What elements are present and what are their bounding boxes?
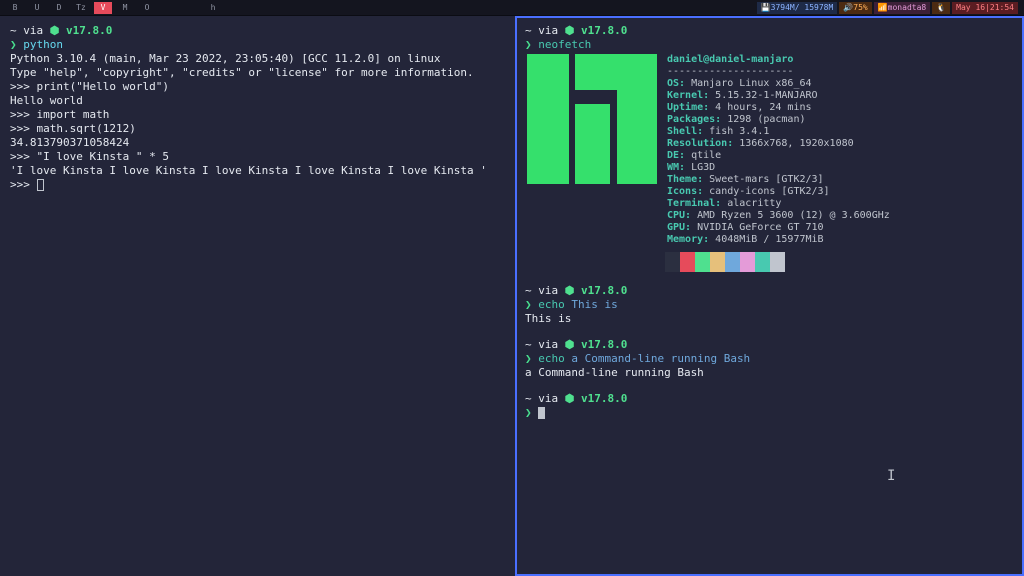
color-swatch — [770, 252, 785, 272]
net-widget[interactable]: 📶 monadta8 — [874, 2, 931, 14]
nf-row: Shell: fish 3.4.1 — [667, 126, 890, 138]
nf-row: GPU: NVIDIA GeForce GT 710 — [667, 222, 890, 234]
neofetch-info: daniel@daniel-manjaro ------------------… — [667, 54, 890, 246]
color-swatch — [740, 252, 755, 272]
nf-row: DE: qtile — [667, 150, 890, 162]
terminal-right[interactable]: ~ via ⬢ v17.8.0 ❯ neofetch daniel@daniel… — [515, 16, 1024, 576]
terminal-left[interactable]: ~ via ⬢ v17.8.0 ❯ python Python 3.10.4 (… — [0, 16, 515, 576]
workspace-10[interactable]: h — [204, 2, 222, 14]
output-line: a Command-line running Bash — [525, 366, 1014, 380]
nf-row: Icons: candy-icons [GTK2/3] — [667, 186, 890, 198]
nf-row: Uptime: 4 hours, 24 mins — [667, 102, 890, 114]
color-swatch — [695, 252, 710, 272]
prompt-arrow-icon: ❯ — [525, 406, 538, 419]
workspace-2[interactable]: U — [28, 2, 46, 14]
workspace-area: ~ via ⬢ v17.8.0 ❯ python Python 3.10.4 (… — [0, 16, 1024, 576]
color-swatch — [665, 252, 680, 272]
prompt-arrow-icon: ❯ — [525, 38, 538, 51]
workspace-7[interactable]: O — [138, 2, 156, 14]
workspace-5-active[interactable]: V — [94, 2, 112, 14]
nf-rule: --------------------- — [667, 66, 890, 78]
repl-line: 34.813790371058424 — [10, 136, 505, 150]
python-banner-2: Type "help", "copyright", "credits" or "… — [10, 66, 505, 80]
volume-text: 75% — [853, 3, 867, 12]
prompt-path: ~ via — [10, 24, 50, 37]
nf-row: Resolution: 1366x768, 1920x1080 — [667, 138, 890, 150]
prompt-arrow-icon: ❯ — [525, 298, 538, 311]
prompt-arrow-icon: ❯ — [525, 352, 538, 365]
workspace-3[interactable]: D — [50, 2, 68, 14]
nf-row: WM: LG3D — [667, 162, 890, 174]
date-widget[interactable]: May 16 | 21:54 — [952, 2, 1018, 14]
statusbar: 💾 3794M/ 15978M 🔊 75% 📶 monadta8 🐧 May 1… — [757, 2, 1018, 14]
nf-row: CPU: AMD Ryzen 5 3600 (12) @ 3.600GHz — [667, 210, 890, 222]
repl-prompt[interactable]: >>> — [10, 178, 505, 192]
nf-title: daniel@daniel-manjaro — [667, 54, 793, 65]
nf-row: Terminal: alacritty — [667, 198, 890, 210]
workspace-4[interactable]: Tz — [72, 2, 90, 14]
repl-line: >>> import math — [10, 108, 505, 122]
repl-line: 'I love Kinsta I love Kinsta I love Kins… — [10, 164, 505, 178]
tux-icon: 🐧 — [932, 2, 950, 14]
nf-row: Memory: 4048MiB / 15977MiB — [667, 234, 890, 246]
command-neofetch: neofetch — [538, 38, 591, 51]
repl-line: >>> math.sqrt(1212) — [10, 122, 505, 136]
repl-line: >>> "I love Kinsta " * 5 — [10, 150, 505, 164]
neofetch-block: daniel@daniel-manjaro ------------------… — [525, 54, 1014, 246]
repl-line: >>> print("Hello world") — [10, 80, 505, 94]
time-text: 21:54 — [990, 3, 1014, 12]
command-echo: echo — [538, 352, 571, 365]
top-bar: B U D Tz V M O h 💾 3794M/ 15978M 🔊 75% 📶… — [0, 0, 1024, 16]
prompt-arrow-icon: ❯ — [10, 38, 23, 51]
color-swatch — [755, 252, 770, 272]
net-text: monadta8 — [888, 3, 927, 12]
date-text: May 16 — [956, 3, 985, 12]
repl-line: Hello world — [10, 94, 505, 108]
nf-row: Kernel: 5.15.32-1-MANJARO — [667, 90, 890, 102]
prompt-path: ~ via — [525, 24, 565, 37]
nf-row: Packages: 1298 (pacman) — [667, 114, 890, 126]
workspace-8[interactable] — [160, 2, 178, 14]
command-python: python — [23, 38, 63, 51]
nf-row: OS: Manjaro Linux x86_64 — [667, 78, 890, 90]
workspace-9[interactable] — [182, 2, 200, 14]
python-banner-1: Python 3.10.4 (main, Mar 23 2022, 23:05:… — [10, 52, 505, 66]
active-prompt[interactable]: ❯ — [525, 406, 1014, 420]
output-line: This is — [525, 312, 1014, 326]
node-badge: ⬢ v17.8.0 — [565, 24, 628, 37]
workspace-1[interactable]: B — [6, 2, 24, 14]
color-swatches — [665, 252, 1014, 272]
color-swatch — [710, 252, 725, 272]
nf-row: Theme: Sweet-mars [GTK2/3] — [667, 174, 890, 186]
workspace-switcher[interactable]: B U D Tz V M O h — [6, 2, 222, 14]
manjaro-logo-icon — [527, 54, 657, 184]
memory-widget[interactable]: 💾 3794M/ 15978M — [757, 2, 838, 14]
command-echo: echo — [538, 298, 571, 311]
cursor-outline-icon — [37, 179, 44, 191]
memory-text: 3794M/ 15978M — [771, 3, 834, 12]
volume-widget[interactable]: 🔊 75% — [839, 2, 871, 14]
color-swatch — [725, 252, 740, 272]
cursor-icon — [538, 407, 545, 419]
ibeam-cursor-icon: 𝙸 — [887, 468, 895, 484]
workspace-6[interactable]: M — [116, 2, 134, 14]
color-swatch — [680, 252, 695, 272]
node-badge: ⬢ v17.8.0 — [50, 24, 113, 37]
